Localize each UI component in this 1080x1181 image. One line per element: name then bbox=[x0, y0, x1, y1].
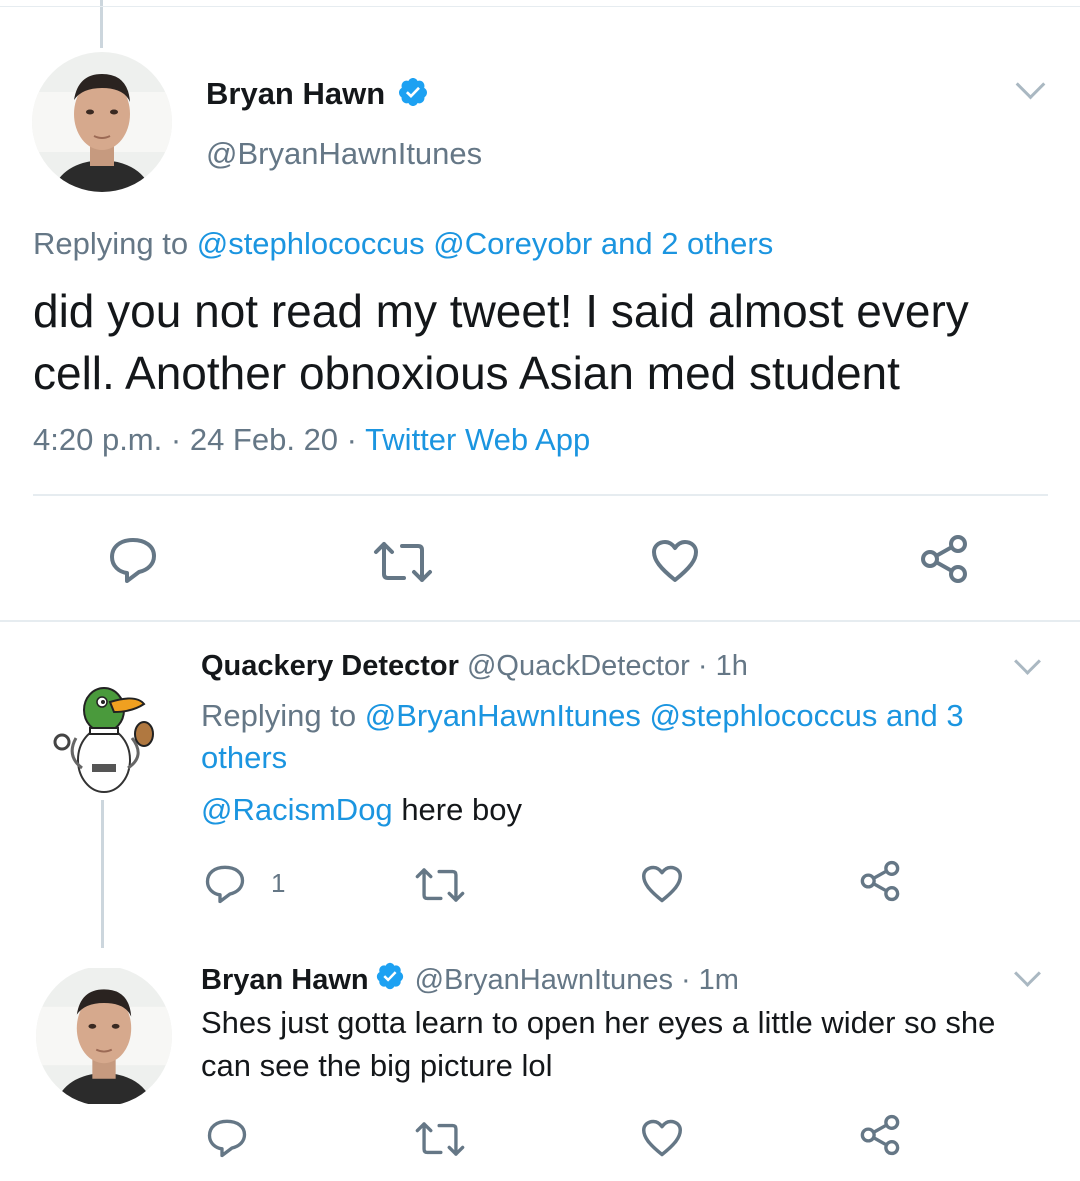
retweet-icon bbox=[415, 1122, 465, 1156]
author-name[interactable]: Quackery Detector bbox=[201, 650, 459, 682]
chevron-down-icon[interactable] bbox=[1014, 648, 1041, 675]
tweet-meta: 4:20 p.m. · 24 Feb. 20 · Twitter Web App bbox=[33, 422, 590, 458]
author-name[interactable]: Bryan Hawn bbox=[206, 76, 385, 112]
author-handle[interactable]: @QuackDetector bbox=[467, 650, 690, 682]
reply-icon bbox=[207, 1119, 247, 1158]
avatar[interactable] bbox=[36, 966, 172, 1106]
verified-badge-icon bbox=[375, 961, 405, 999]
thread-line-top bbox=[100, 0, 103, 48]
reply-text-line: Shes just gotta learn to open her eyes a… bbox=[201, 1005, 996, 1040]
share-icon bbox=[860, 860, 900, 902]
like-button[interactable] bbox=[640, 864, 684, 904]
author-handle[interactable]: @BryanHawnItunes bbox=[415, 964, 673, 997]
section-divider bbox=[0, 620, 1080, 622]
reply-button[interactable] bbox=[108, 536, 158, 584]
others-link[interactable]: and 2 others bbox=[601, 226, 773, 261]
replying-to-label: Replying to bbox=[33, 226, 189, 261]
meta-separator: · bbox=[170, 422, 182, 457]
share-button[interactable] bbox=[918, 534, 970, 584]
verified-badge-icon bbox=[397, 76, 429, 113]
others-link[interactable]: and 3 bbox=[886, 698, 964, 733]
like-button[interactable] bbox=[640, 1118, 684, 1158]
like-icon bbox=[652, 540, 698, 582]
tweet-time: 4:20 p.m. bbox=[33, 422, 163, 457]
reply-count: 1 bbox=[271, 868, 286, 898]
retweet-button[interactable] bbox=[414, 1120, 466, 1158]
share-icon bbox=[921, 535, 967, 583]
share-button[interactable] bbox=[858, 1114, 902, 1156]
reply-button[interactable] bbox=[206, 1118, 248, 1158]
reply-body: here boy bbox=[401, 792, 522, 827]
reply-icon bbox=[110, 538, 156, 583]
retweet-icon bbox=[374, 542, 432, 582]
replying-to-line: Replying to @stephlococcus @Coreyobr and… bbox=[33, 226, 773, 262]
tweet-date: 24 Feb. 20 bbox=[189, 422, 339, 457]
mention-link[interactable]: @stephlococcus bbox=[650, 698, 878, 733]
mention-link[interactable]: @stephlococcus bbox=[197, 226, 425, 261]
like-icon bbox=[642, 865, 682, 903]
author-handle[interactable]: @BryanHawnItunes bbox=[206, 136, 482, 172]
reply-text-line: can see the big picture lol bbox=[201, 1048, 553, 1083]
tweet-text: did you not read my tweet! I said almost… bbox=[33, 285, 969, 399]
retweet-button[interactable] bbox=[414, 866, 466, 904]
tweet-source[interactable]: Twitter Web App bbox=[365, 422, 590, 457]
chevron-down-icon[interactable] bbox=[1015, 69, 1046, 100]
reply-text: @RacismDog here boy bbox=[201, 792, 522, 828]
divider bbox=[33, 494, 1048, 496]
reply-button[interactable] bbox=[204, 864, 246, 904]
retweet-icon bbox=[415, 868, 465, 902]
author-name-row: Bryan Hawn bbox=[206, 72, 429, 116]
chevron-down-icon[interactable] bbox=[1014, 960, 1041, 987]
reply-time: · 1m bbox=[680, 963, 739, 996]
retweet-button[interactable] bbox=[372, 540, 434, 584]
avatar[interactable] bbox=[32, 52, 172, 192]
avatar[interactable] bbox=[36, 660, 172, 796]
others-link[interactable]: others bbox=[201, 740, 287, 776]
thread-line bbox=[101, 800, 104, 948]
share-button[interactable] bbox=[858, 860, 902, 902]
top-divider bbox=[0, 6, 1080, 7]
reply-header: Quackery Detector @QuackDetector · 1h bbox=[201, 650, 748, 683]
replying-to-label: Replying to bbox=[201, 698, 357, 733]
reply-header: Bryan Hawn @BryanHawnItunes · 1m bbox=[201, 960, 739, 1000]
mention-link[interactable]: @BryanHawnItunes bbox=[365, 698, 641, 733]
reply-time: · 1h bbox=[697, 650, 748, 682]
reply-icon bbox=[205, 865, 245, 904]
mention-link[interactable]: @RacismDog bbox=[201, 792, 393, 827]
meta-separator: · bbox=[346, 422, 357, 457]
like-icon bbox=[642, 1119, 682, 1157]
mention-link[interactable]: @Coreyobr bbox=[433, 226, 592, 261]
author-name[interactable]: Bryan Hawn bbox=[201, 964, 369, 997]
replying-to-line: Replying to @BryanHawnItunes @stephlococ… bbox=[201, 698, 964, 734]
like-button[interactable] bbox=[650, 538, 700, 584]
share-icon bbox=[860, 1114, 900, 1156]
